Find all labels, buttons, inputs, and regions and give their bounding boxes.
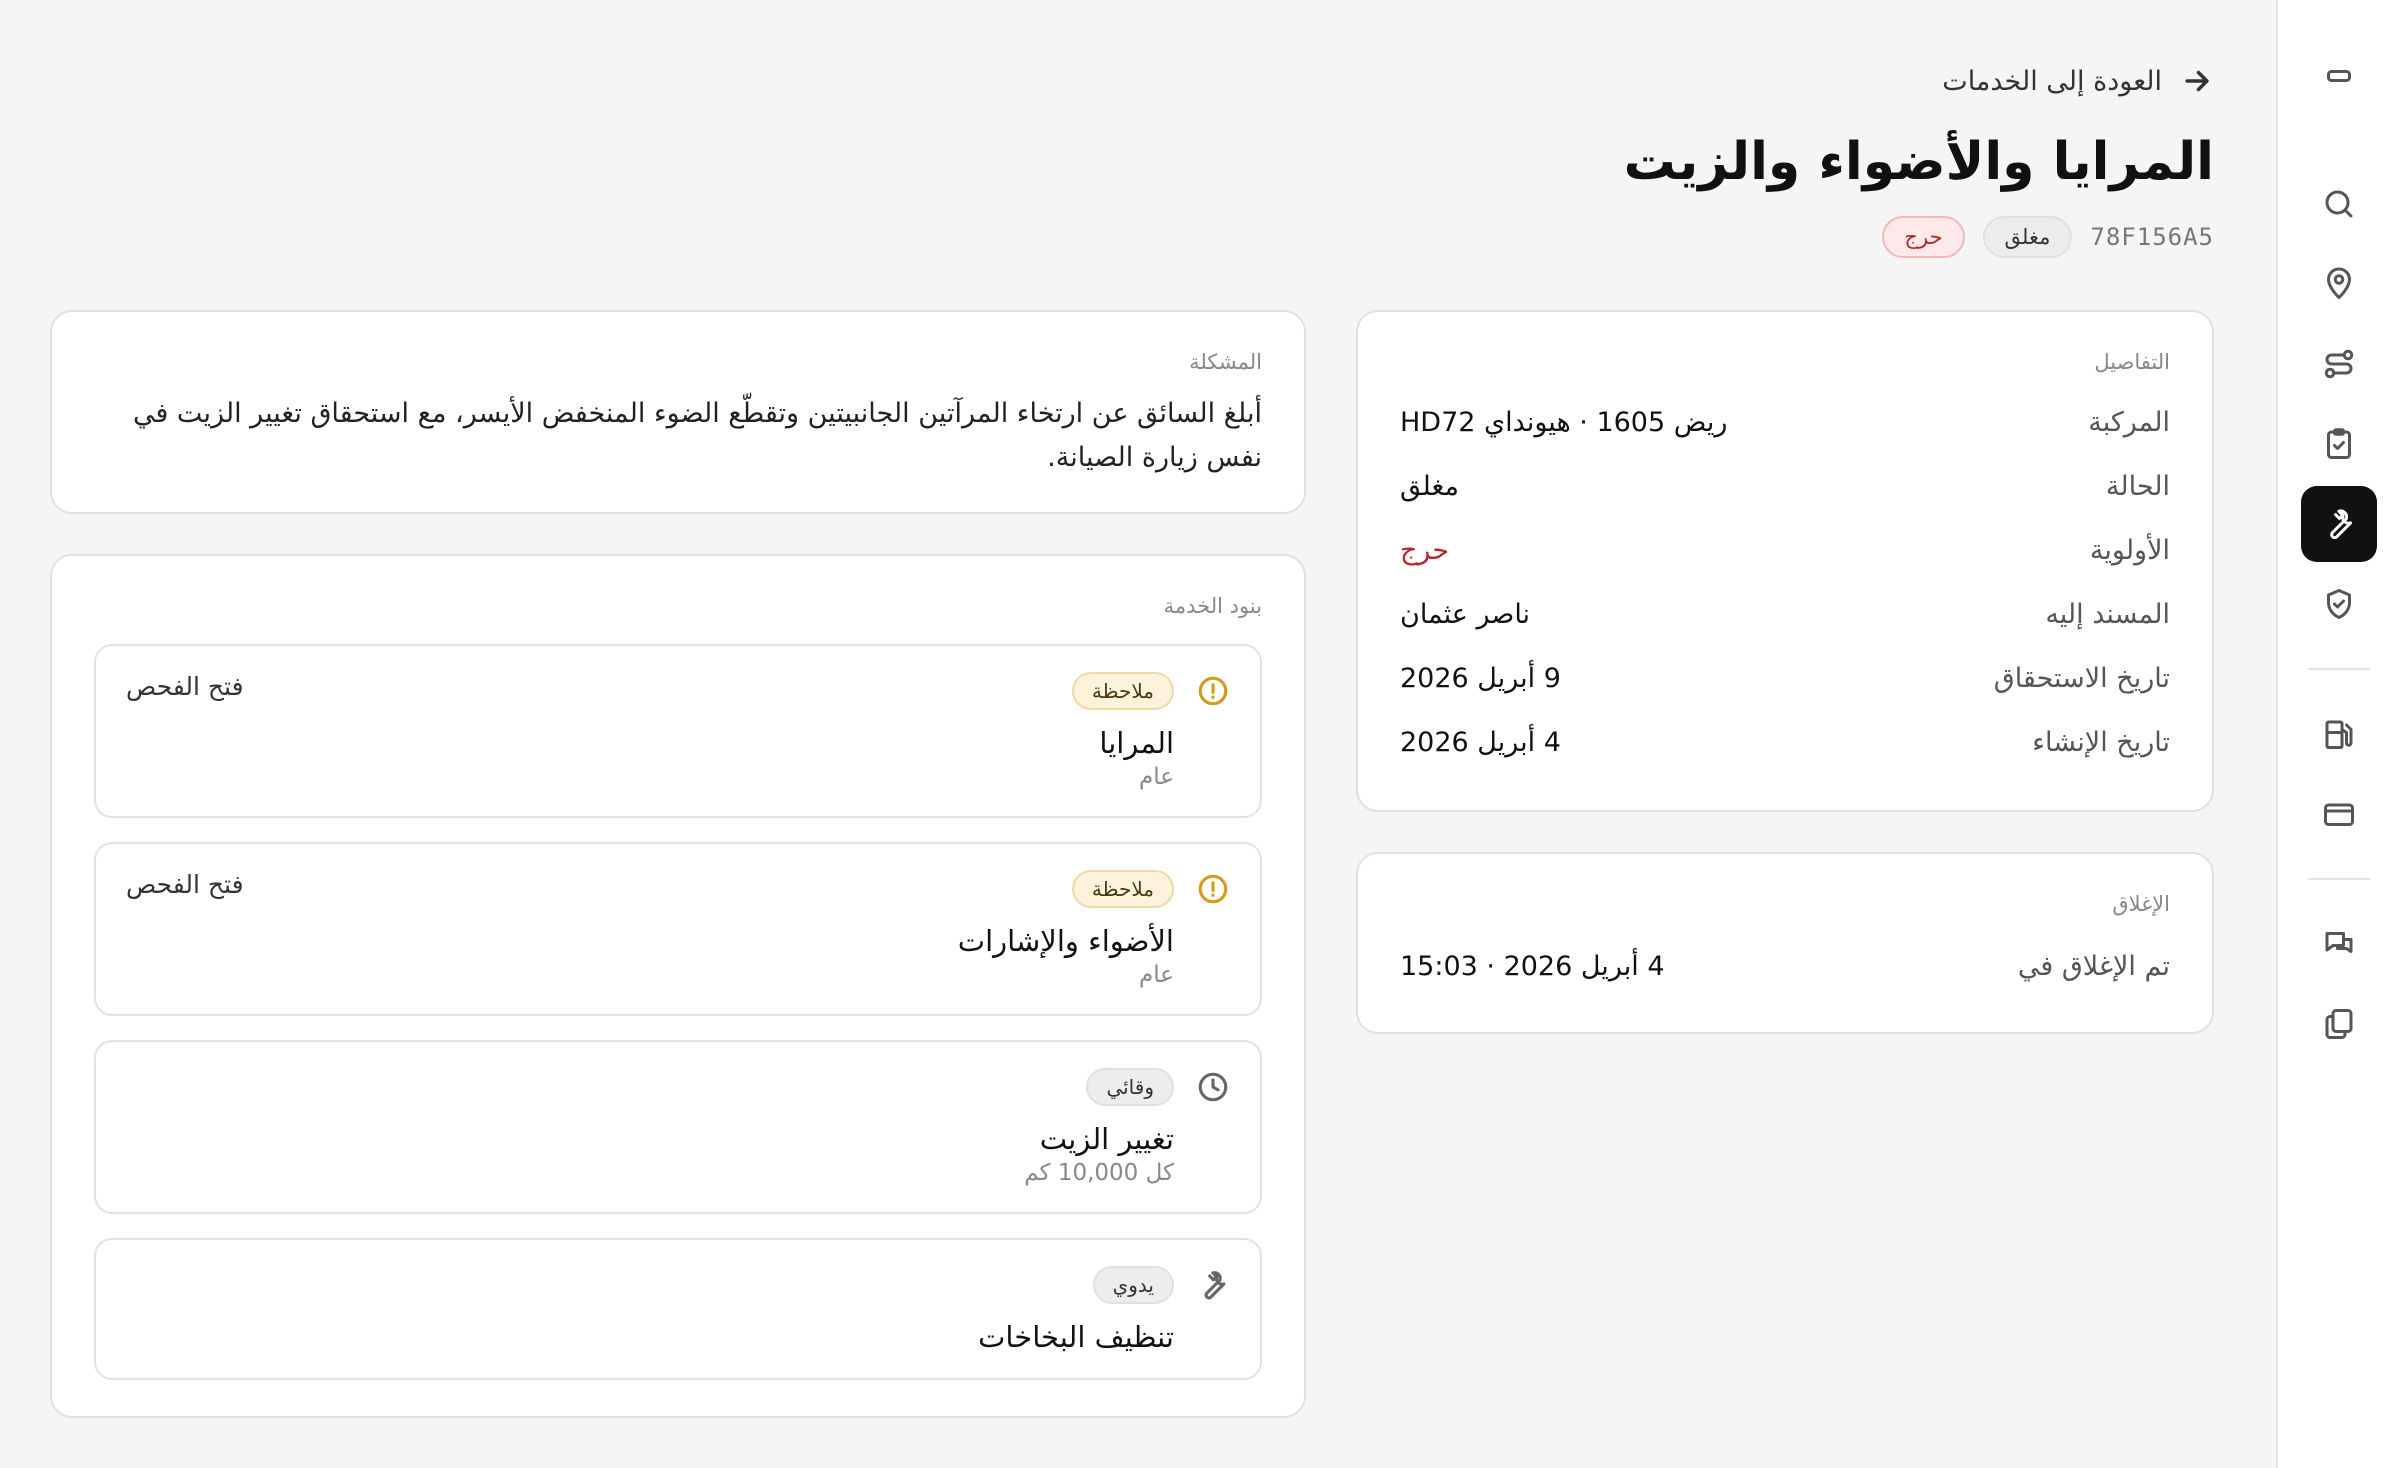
wrench-icon[interactable] — [2301, 486, 2377, 562]
detail-key: الحالة — [2105, 470, 2170, 502]
closing-key: تم الإغلاق في — [2017, 950, 2170, 982]
detail-key: تاريخ الإنشاء — [2032, 726, 2170, 758]
back-link[interactable]: العودة إلى الخدمات — [1942, 64, 2214, 98]
detail-value: مغلق — [1400, 470, 1459, 502]
service-item[interactable]: ملاحظة الأضواء والإشارات عام فتح الفحص — [94, 842, 1262, 1016]
route-icon[interactable] — [2301, 326, 2377, 402]
open-inspection-link[interactable]: فتح الفحص — [126, 672, 244, 701]
sidebar-divider — [2308, 878, 2370, 880]
detail-row-vehicle: المركبة ريض 1605 · هيونداي HD72 — [1400, 402, 2170, 442]
alert-circle-icon — [1196, 872, 1230, 906]
problem-card: المشكلة أبلغ السائق عن ارتخاء المرآتين ا… — [50, 310, 1306, 514]
credit-card-icon[interactable] — [2301, 776, 2377, 852]
fuel-icon[interactable] — [2301, 696, 2377, 772]
detail-key: المركبة — [2088, 406, 2170, 438]
item-category: عام — [1139, 764, 1174, 790]
item-name: المرايا — [1099, 726, 1174, 760]
main-content: العودة إلى الخدمات المرايا والأضواء والز… — [0, 0, 2276, 1468]
service-item[interactable]: يدوي تنظيف البخاخات — [94, 1238, 1262, 1380]
detail-row-assignee: المسند إليه ناصر عثمان — [1400, 594, 2170, 634]
item-name: الأضواء والإشارات — [957, 924, 1174, 958]
item-tag: ملاحظة — [1071, 672, 1174, 710]
closing-card: الإغلاق تم الإغلاق في 4 أبريل 2026 · 15:… — [1356, 852, 2214, 1034]
item-tag: يدوي — [1092, 1266, 1174, 1304]
detail-value: 4 أبريل 2026 — [1400, 726, 1561, 758]
detail-value: ريض 1605 · هيونداي HD72 — [1400, 406, 1728, 438]
item-category: عام — [1139, 962, 1174, 988]
detail-key: الأولوية — [2089, 534, 2170, 566]
detail-row-due-date: تاريخ الاستحقاق 9 أبريل 2026 — [1400, 658, 2170, 698]
alert-circle-icon — [1196, 674, 1230, 708]
detail-key: تاريخ الاستحقاق — [1993, 662, 2170, 694]
ticket-id: 78F156A5 — [2090, 223, 2214, 251]
detail-row-priority: الأولوية حرج — [1400, 530, 2170, 570]
wrench-icon — [1196, 1268, 1230, 1302]
item-tag: ملاحظة — [1071, 870, 1174, 908]
service-items-card: بنود الخدمة ملاحظة المرايا عام فتح الفحص… — [50, 554, 1306, 1418]
details-label: التفاصيل — [2094, 350, 2170, 374]
priority-badge: حرج — [1882, 216, 1965, 258]
back-link-label: العودة إلى الخدمات — [1942, 65, 2162, 97]
service-item[interactable]: ملاحظة المرايا عام فتح الفحص — [94, 644, 1262, 818]
logo-icon[interactable] — [2301, 38, 2377, 114]
problem-description: أبلغ السائق عن ارتخاء المرآتين الجانبيتي… — [132, 398, 1262, 473]
messages-icon[interactable] — [2301, 906, 2377, 982]
item-interval: كل 10,000 كم — [1024, 1160, 1174, 1186]
item-name: تغيير الزيت — [1039, 1122, 1174, 1156]
detail-key: المسند إليه — [2045, 598, 2170, 630]
detail-row-created-date: تاريخ الإنشاء 4 أبريل 2026 — [1400, 722, 2170, 762]
closing-value: 4 أبريل 2026 · 15:03 — [1400, 950, 1665, 982]
details-card: التفاصيل المركبة ريض 1605 · هيونداي HD72… — [1356, 310, 2214, 812]
map-pin-icon[interactable] — [2301, 246, 2377, 322]
detail-row-status: الحالة مغلق — [1400, 466, 2170, 506]
problem-label: المشكلة — [1189, 350, 1262, 374]
detail-value: 9 أبريل 2026 — [1400, 662, 1561, 694]
closing-row: تم الإغلاق في 4 أبريل 2026 · 15:03 — [1400, 946, 2170, 986]
detail-value: حرج — [1400, 534, 1450, 566]
shield-check-icon[interactable] — [2301, 566, 2377, 642]
documents-icon[interactable] — [2301, 986, 2377, 1062]
detail-value: ناصر عثمان — [1400, 598, 1531, 630]
sidebar — [2276, 0, 2400, 1468]
arrow-right-icon — [2185, 70, 2209, 92]
item-tag: وقائي — [1086, 1068, 1174, 1106]
service-items-label: بنود الخدمة — [1163, 594, 1262, 618]
clock-icon — [1196, 1070, 1230, 1104]
item-name: تنظيف البخاخات — [978, 1320, 1174, 1354]
closing-label: الإغلاق — [2112, 892, 2170, 916]
status-badge: مغلق — [1982, 216, 2073, 258]
clipboard-check-icon[interactable] — [2301, 406, 2377, 482]
open-inspection-link[interactable]: فتح الفحص — [126, 870, 244, 899]
ticket-meta: 78F156A5 مغلق حرج — [1882, 216, 2214, 258]
sidebar-divider — [2308, 668, 2370, 670]
service-item[interactable]: وقائي تغيير الزيت كل 10,000 كم — [94, 1040, 1262, 1214]
search-icon[interactable] — [2301, 166, 2377, 242]
page-title: المرايا والأضواء والزيت — [1623, 132, 2214, 192]
